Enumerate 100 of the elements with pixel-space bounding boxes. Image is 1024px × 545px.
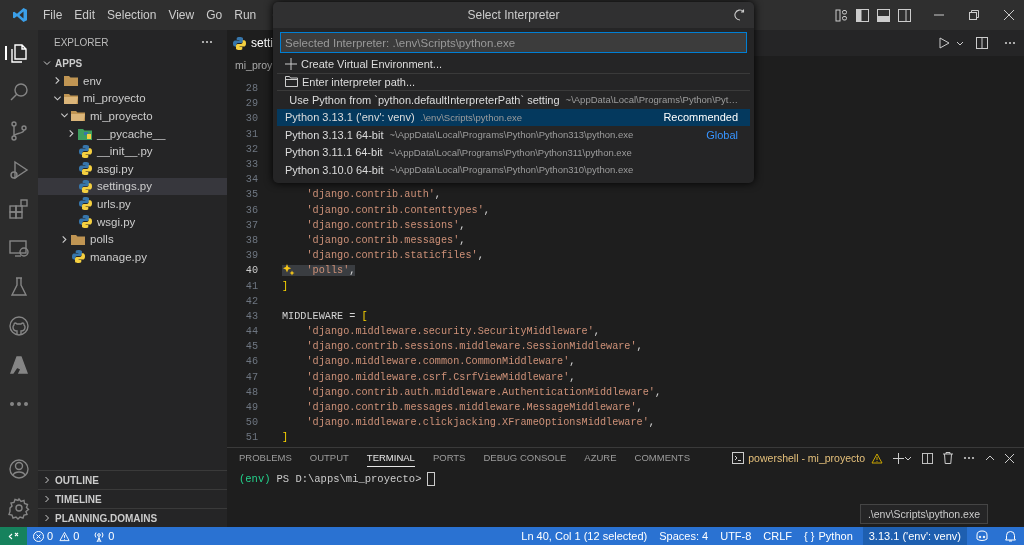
code-line: 'django.contrib.messages',	[305, 234, 466, 246]
status-item[interactable]: CRLF	[757, 527, 799, 545]
tree-item[interactable]: asgi.py	[38, 159, 227, 178]
list-item[interactable]: Python 3.13.1 64-bit ~\AppData\Local\Programs\Python\Python313\python.exe Global	[277, 126, 750, 144]
line-number: 46	[244, 356, 258, 368]
split-editor-icon[interactable]	[976, 37, 988, 49]
folder-icon	[71, 233, 85, 245]
status-item[interactable]: { } Python	[798, 527, 859, 545]
breadcrumb[interactable]: mi_proy	[235, 58, 273, 71]
extensions-icon[interactable]	[7, 196, 31, 221]
list-item[interactable]: Create Virtual Environment...	[277, 56, 750, 74]
trash-icon[interactable]	[943, 452, 953, 464]
warning-icon[interactable]	[871, 452, 883, 464]
line-number: 36	[244, 204, 258, 216]
bell-icon[interactable]	[1005, 530, 1016, 542]
plus-icon	[285, 58, 297, 71]
code-line: 'django.middleware.clickjacking.XFrameOptionsMiddleware',	[305, 417, 655, 429]
panel-tab[interactable]: AZURE	[584, 449, 617, 467]
more-icon[interactable]	[963, 456, 975, 460]
panel-tab[interactable]: DEBUG CONSOLE	[483, 449, 567, 467]
code-line: 'django.contrib.sessions.middleware.SessionMiddleware',	[305, 341, 643, 353]
folder-icon	[64, 75, 78, 87]
menu-item[interactable]: File	[37, 8, 69, 22]
account-icon[interactable]	[7, 456, 31, 481]
panel-tab[interactable]: TERMINAL	[366, 449, 415, 467]
panel-tab[interactable]: PROBLEMS	[239, 449, 292, 467]
panel-tab[interactable]: OUTPUT	[309, 449, 349, 467]
tree-item[interactable]: urls.py	[38, 195, 227, 213]
line-number: 29	[244, 98, 258, 110]
tree-label: asgi.py	[97, 162, 134, 175]
line-number: 37	[244, 219, 258, 231]
panel-tab[interactable]: COMMENTS	[634, 449, 690, 467]
more-icon[interactable]	[1004, 41, 1016, 45]
toggle-panel-icon[interactable]	[877, 8, 890, 22]
search-field[interactable]: Selected Interpreter: .\env\Scripts\python.exe	[280, 32, 747, 53]
section-header[interactable]: TIMELINE	[38, 489, 227, 508]
chevron-up-icon[interactable]	[985, 455, 995, 461]
list-item[interactable]: Enter interpreter path...	[277, 73, 750, 91]
list-item[interactable]: Python 3.11.1 64-bit ~\AppData\Local\Programs\Python\Python311\python.exe	[277, 143, 750, 161]
tree-label: __pycache__	[97, 127, 166, 140]
plus-icon[interactable]	[893, 452, 904, 464]
tree-item[interactable]: __pycache__	[38, 124, 227, 143]
tree-item[interactable]: wsgi.py	[38, 212, 227, 231]
status-item[interactable]: UTF-8	[714, 527, 758, 545]
code-line: 'django.middleware.csrf.CsrfViewMiddleware',	[305, 371, 576, 383]
tree-item[interactable]: mi_proyecto	[38, 89, 227, 108]
status-item[interactable]: 3.13.1 ('env': venv)	[862, 527, 967, 545]
line-number: 49	[244, 402, 258, 414]
line-number: 48	[244, 386, 258, 398]
split-terminal-icon[interactable]	[922, 452, 933, 464]
tree-item[interactable]: manage.py	[38, 247, 227, 266]
menu-item[interactable]: Selection	[101, 8, 163, 22]
restore-icon[interactable]	[969, 10, 979, 20]
folder-icon	[64, 92, 78, 104]
python-file-icon	[78, 162, 92, 176]
terminal-env: (env)	[239, 473, 271, 485]
tree-label: urls.py	[97, 197, 131, 210]
customize-layout-icon[interactable]	[835, 8, 848, 22]
app-logo-icon[interactable]	[12, 7, 28, 23]
line-number: 44	[244, 326, 258, 338]
terminal-name[interactable]: powershell - mi_proyecto	[748, 452, 865, 464]
tree-item[interactable]: settings.py	[38, 177, 227, 196]
tree-label: settings.py	[97, 180, 152, 193]
close-icon[interactable]	[1004, 10, 1014, 20]
close-icon[interactable]	[1005, 453, 1014, 463]
list-item[interactable]: Python 3.10.0 64-bit ~\AppData\Local\Programs\Python\Python310\python.exe	[277, 161, 750, 179]
tree-item[interactable]: polls	[38, 230, 227, 248]
code-line: 'django.middleware.common.CommonMiddleware',	[305, 356, 576, 368]
menu-item[interactable]: Go	[200, 8, 229, 22]
warning-count[interactable]: 0	[73, 530, 80, 542]
sparkle-icon[interactable]	[283, 264, 295, 277]
code-line: 'django.contrib.sessions',	[305, 219, 466, 231]
toggle-sidebar-icon[interactable]	[856, 8, 869, 22]
menu-item[interactable]: Edit	[68, 8, 102, 22]
settings-icon[interactable]	[7, 495, 31, 520]
run-icon[interactable]	[939, 37, 950, 49]
more-icon[interactable]	[201, 40, 213, 44]
workspace-header[interactable]: APPS	[38, 54, 227, 72]
chevron-down-icon[interactable]	[956, 40, 964, 46]
list-item[interactable]: Python 3.13.1 ('env': venv) .\env\Scripts\python.exe Recommended	[277, 108, 750, 126]
list-item[interactable]: Use Python from `python.defaultInterpreterPath` setting ~\AppData\Local\Programs\Python\Pyt…	[277, 91, 750, 109]
tree-item[interactable]: env	[38, 72, 227, 90]
status-item[interactable]: Ln 40, Col 1 (12 selected)	[515, 527, 654, 545]
tree-item[interactable]: __init__.py	[38, 142, 227, 160]
tree-item[interactable]: mi_proyecto	[38, 107, 227, 125]
tooltip: .\env\Scripts\python.exe	[859, 504, 988, 524]
ports-count[interactable]: 0	[108, 530, 115, 542]
error-count[interactable]: 0	[47, 530, 54, 542]
copilot-icon[interactable]	[975, 530, 989, 542]
remote-icon[interactable]	[0, 527, 27, 545]
chevron-down-icon[interactable]	[904, 455, 912, 461]
panel-tab[interactable]: PORTS	[432, 449, 466, 467]
line-number: 35	[244, 189, 258, 201]
toggle-secondary-sidebar-icon[interactable]	[898, 8, 911, 22]
menu-item[interactable]: Run	[228, 8, 263, 22]
github-icon[interactable]	[7, 313, 31, 338]
section-header[interactable]: OUTLINE	[38, 470, 227, 489]
refresh-icon[interactable]	[734, 9, 746, 21]
menu-item[interactable]: View	[162, 8, 201, 22]
status-item[interactable]: Spaces: 4	[653, 527, 715, 545]
